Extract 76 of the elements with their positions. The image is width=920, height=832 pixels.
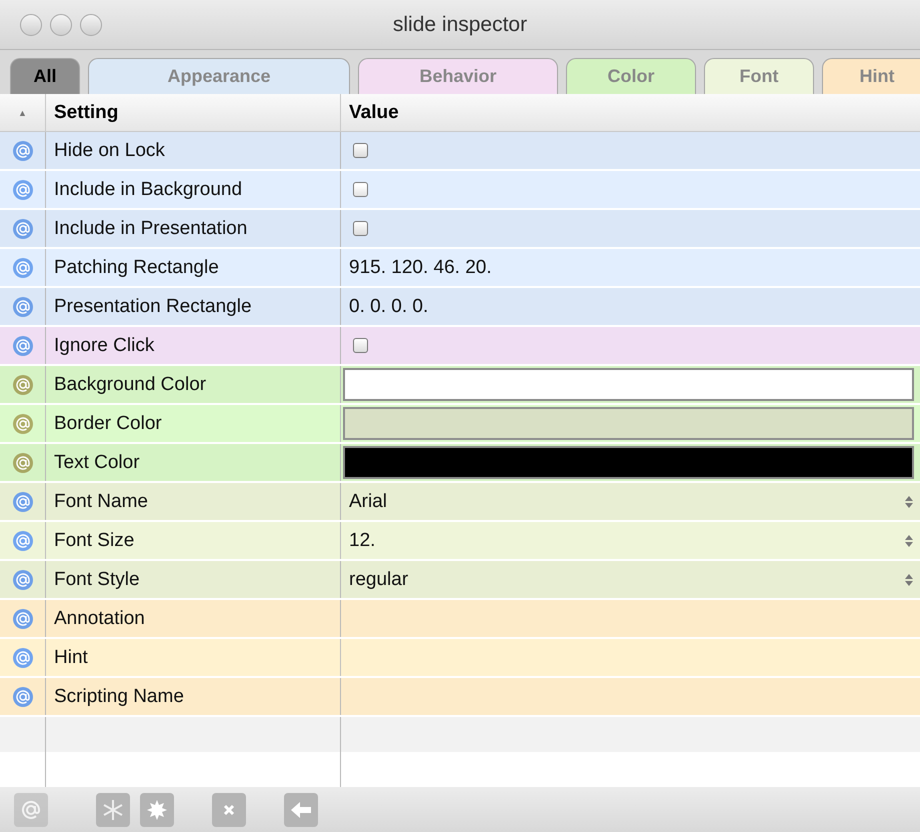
setting-name: Background Color — [46, 366, 341, 403]
setting-name: Include in Presentation — [46, 210, 341, 247]
stepper-icon[interactable] — [904, 494, 914, 510]
at-sign-icon — [12, 140, 32, 160]
table-row[interactable]: Annotation — [0, 600, 920, 639]
sun-button[interactable] — [140, 792, 174, 826]
at-sign-icon — [12, 492, 32, 512]
setting-name: Text Color — [46, 444, 341, 481]
setting-name: Hide on Lock — [46, 132, 341, 169]
window-control-button[interactable] — [80, 14, 102, 36]
at-sign-icon — [12, 452, 32, 472]
close-button[interactable] — [212, 792, 246, 826]
setting-name: Ignore Click — [46, 327, 341, 364]
checkbox[interactable] — [353, 143, 368, 158]
window-control-button[interactable] — [50, 14, 72, 36]
color-swatch[interactable] — [343, 407, 914, 440]
value-text: Arial — [349, 490, 388, 512]
window-title: slide inspector — [392, 12, 528, 36]
column-header[interactable]: Value — [341, 94, 920, 131]
setting-name: Annotation — [46, 600, 341, 637]
snowflake-button[interactable] — [96, 792, 130, 826]
column-header[interactable]: Setting — [46, 94, 341, 131]
at-sign-icon — [12, 570, 32, 590]
table-row[interactable]: Hint — [0, 639, 920, 678]
at-sign-icon — [12, 608, 32, 628]
setting-name: Patching Rectangle — [46, 249, 341, 286]
at-sign-icon — [12, 414, 32, 434]
sun-icon — [145, 798, 169, 822]
table-row[interactable]: Text Color — [0, 444, 920, 483]
setting-name: Border Color — [46, 405, 341, 442]
color-swatch[interactable] — [343, 368, 914, 401]
table-row[interactable]: Hide on Lock — [0, 132, 920, 171]
value-text: regular — [349, 568, 408, 590]
stepper-icon[interactable] — [904, 532, 914, 548]
setting-name: Font Size — [46, 522, 341, 559]
checkbox[interactable] — [353, 338, 368, 353]
at-sign-icon — [12, 180, 32, 200]
setting-name: Scripting Name — [46, 678, 341, 715]
sort-icon[interactable]: ▲ — [18, 108, 27, 118]
at-sign-icon — [12, 648, 32, 668]
table-row[interactable]: Font Style regular — [0, 561, 920, 600]
table-row[interactable]: Font Size 12. — [0, 522, 920, 561]
arrow-left-icon — [289, 800, 313, 820]
value-text: 915. 120. 46. 20. — [349, 256, 492, 278]
table-row[interactable]: Border Color — [0, 405, 920, 444]
value-text: 0. 0. 0. 0. — [349, 296, 428, 318]
checkbox[interactable] — [353, 221, 368, 236]
at-sign-icon — [12, 374, 32, 394]
setting-name: Font Style — [46, 561, 341, 598]
table-row[interactable]: Ignore Click — [0, 327, 920, 366]
at-sign-icon — [12, 686, 32, 706]
window-control-button[interactable] — [20, 14, 42, 36]
table-row[interactable]: Scripting Name — [0, 678, 920, 717]
value-text: 12. — [349, 530, 376, 552]
table-row[interactable]: Background Color — [0, 366, 920, 405]
setting-name: Include in Background — [46, 171, 341, 208]
at-sign-icon — [12, 296, 32, 316]
table-row[interactable]: Patching Rectangle 915. 120. 46. 20. — [0, 249, 920, 288]
at-sign-icon — [12, 530, 32, 550]
setting-name: Presentation Rectangle — [46, 288, 341, 325]
table-row[interactable]: Presentation Rectangle 0. 0. 0. 0. — [0, 288, 920, 327]
snowflake-icon — [101, 798, 125, 822]
tab[interactable]: All — [10, 58, 80, 94]
setting-name: Hint — [46, 639, 341, 676]
at-sign-icon — [12, 218, 32, 238]
checkbox[interactable] — [353, 182, 368, 197]
back-arrow-button[interactable] — [284, 792, 318, 826]
table-row[interactable]: Include in Presentation — [0, 210, 920, 249]
close-icon — [222, 802, 236, 816]
color-swatch[interactable] — [343, 446, 914, 479]
table-row[interactable]: Font Name Arial — [0, 483, 920, 522]
at-sign-icon — [12, 258, 32, 278]
stepper-icon[interactable] — [904, 572, 914, 588]
table-row[interactable]: Include in Background — [0, 171, 920, 210]
at-sign-icon — [12, 336, 32, 356]
setting-name: Font Name — [46, 483, 341, 520]
